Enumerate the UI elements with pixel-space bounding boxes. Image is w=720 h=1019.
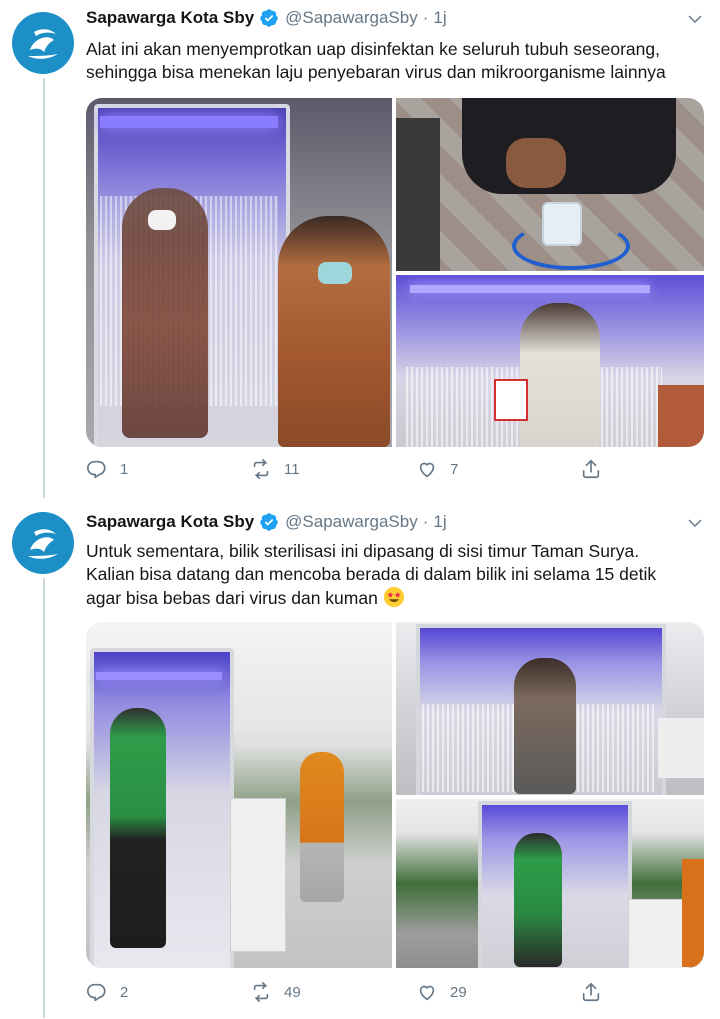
author-name[interactable]: Sapawarga Kota Sby <box>86 512 254 532</box>
photo-booth-side-view[interactable] <box>396 799 704 968</box>
like-button[interactable]: 7 <box>416 458 458 480</box>
media-grid[interactable] <box>86 98 704 447</box>
wooden-panel <box>658 385 704 447</box>
tweet-text: Untuk sementara, bilik sterilisasi ini d… <box>86 540 706 610</box>
retweet-count: 11 <box>284 460 300 478</box>
photo-booth-arms-up[interactable] <box>396 622 704 795</box>
tweet-text-line-3: agar bisa bebas dari virus dan kuman <box>86 586 706 610</box>
blue-hose <box>512 222 630 270</box>
person-green-jacket <box>110 708 166 948</box>
tweet-actions: 1 11 7 <box>86 458 706 488</box>
verified-badge-icon <box>260 513 278 531</box>
control-cabinet <box>628 899 690 968</box>
retweet-button[interactable]: 49 <box>250 981 301 1003</box>
retweet-icon <box>253 459 269 479</box>
tweet-1[interactable]: Sapawarga Kota Sby @SapawargaSby · 1j Al… <box>0 0 720 500</box>
person-orange-shirt <box>300 752 344 902</box>
tweet-text: Alat ini akan menyemprotkan uap disinfek… <box>86 38 706 84</box>
booth-light-bar <box>100 116 278 128</box>
fish-logo-icon <box>28 29 58 59</box>
person-green-inside <box>514 833 562 967</box>
photo-booth-man-inside[interactable] <box>396 275 704 447</box>
reply-button[interactable]: 2 <box>86 981 128 1003</box>
verified-badge-icon <box>260 9 278 27</box>
face-mask <box>148 210 176 230</box>
person-man-arms-up <box>520 303 600 447</box>
person-orange-right <box>682 859 704 967</box>
retweet-count: 49 <box>284 983 301 1001</box>
author-handle[interactable]: @SapawargaSby <box>285 8 418 28</box>
hands <box>506 138 566 188</box>
avatar[interactable] <box>12 512 74 574</box>
tweet-header: Sapawarga Kota Sby @SapawargaSby · 1j <box>86 512 447 532</box>
heart-icon <box>419 985 435 1001</box>
photo-booth-woman[interactable] <box>86 98 392 447</box>
person-crouching <box>462 98 676 194</box>
avatar[interactable] <box>12 12 74 74</box>
share-button[interactable] <box>580 458 614 480</box>
separator-dot: · <box>422 512 429 531</box>
person-arms-up <box>514 658 576 794</box>
author-handle[interactable]: @SapawargaSby <box>285 512 418 532</box>
tweet-2[interactable]: Sapawarga Kota Sby @SapawargaSby · 1j Un… <box>0 504 720 1019</box>
booth-light-bar <box>96 672 222 680</box>
person-man <box>278 216 390 447</box>
share-icon <box>582 459 600 479</box>
chevron-down-icon[interactable] <box>686 10 704 28</box>
tweet-actions: 2 49 29 <box>86 981 706 1011</box>
share-icon <box>582 982 600 1002</box>
tweet-text-line: Alat ini akan menyemprotkan uap disinfek… <box>86 39 660 59</box>
star-struck-emoji-icon <box>383 586 404 608</box>
reply-icon <box>87 460 106 479</box>
reply-button[interactable]: 1 <box>86 458 128 480</box>
control-cabinet <box>230 798 286 952</box>
timestamp[interactable]: 1j <box>433 512 446 532</box>
photo-sprayer-device[interactable] <box>396 98 704 271</box>
retweet-button[interactable]: 11 <box>250 458 300 480</box>
reply-icon <box>87 983 106 1002</box>
like-count: 29 <box>450 983 467 1001</box>
booth-light-bar <box>410 285 650 293</box>
heart-icon <box>419 462 435 478</box>
fish-logo-icon <box>28 529 58 559</box>
chevron-down-icon[interactable] <box>686 514 704 532</box>
author-name[interactable]: Sapawarga Kota Sby <box>86 8 254 28</box>
separator-dot: · <box>422 8 429 27</box>
share-button[interactable] <box>580 981 614 1003</box>
van <box>658 718 704 778</box>
media-grid[interactable] <box>86 622 704 968</box>
reply-count: 1 <box>120 460 129 478</box>
tweet-text-line: Untuk sementara, bilik sterilisasi ini d… <box>86 541 640 561</box>
person-standing-left <box>396 118 440 271</box>
tweet-text-line: Kalian bisa datang dan mencoba berada di… <box>86 564 657 584</box>
tweet-header: Sapawarga Kota Sby @SapawargaSby · 1j <box>86 8 447 28</box>
like-button[interactable]: 29 <box>416 981 467 1003</box>
retweet-icon <box>253 982 269 1002</box>
timestamp[interactable]: 1j <box>433 8 446 28</box>
like-count: 7 <box>450 460 459 478</box>
reply-count: 2 <box>120 983 129 1001</box>
face-mask <box>318 262 352 284</box>
tweet-text-line: agar bisa bebas dari virus dan kuman <box>86 588 378 608</box>
photo-booth-man-green[interactable] <box>86 622 392 968</box>
red-sticker <box>494 379 528 421</box>
tweet-text-line: sehingga bisa menekan laju penyebaran vi… <box>86 62 666 82</box>
